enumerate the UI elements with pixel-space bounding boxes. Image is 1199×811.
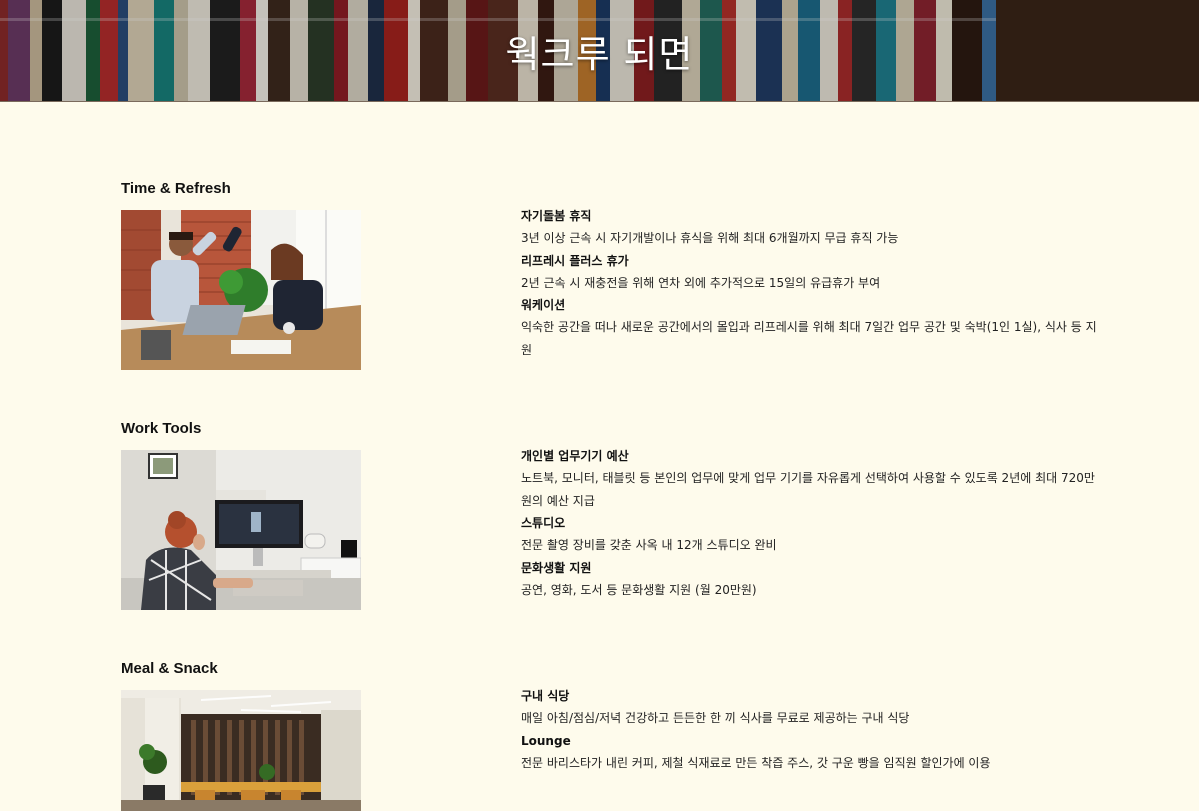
item-title: 문화생활 지원 [521, 560, 592, 575]
section-time-refresh: Time & Refresh 자기돌봄 휴직 3년 이상 근속 시 자기개발이나… [121, 178, 1101, 370]
page-title: 웍크루 되면 [505, 33, 694, 76]
section-title: Work Tools [121, 420, 202, 437]
item-title: 개인별 업무기기 예산 [521, 449, 629, 463]
item-text: 전문 바리스타가 내린 커피, 제철 식재료로 만든 착즙 주스, 갓 구운 빵… [521, 755, 991, 770]
section-title: Time & Refresh [121, 180, 231, 197]
section-description: 자기돌봄 휴직 3년 이상 근속 시 자기개발이나 휴식을 위해 최대 6개월까… [521, 205, 1101, 361]
item-title: 스튜디오 [521, 516, 566, 530]
section-description: 개인별 업무기기 예산 노트북, 모니터, 태블릿 등 본인의 업무에 맞게 업… [521, 445, 1101, 601]
section-description: 구내 식당 매일 아침/점심/저녁 건강하고 든든한 한 끼 식사를 무료로 제… [521, 685, 1101, 774]
lounge-photo [121, 690, 361, 811]
section-meal-snack: Meal & Snack 구내 식당 매일 아침/점심/저녁 건강하고 든든한 … [121, 658, 1101, 811]
workstation-photo [121, 450, 361, 610]
item-text: 익숙한 공간을 떠나 새로운 공간에서의 몰입과 리프레시를 위해 최대 7일간… [521, 320, 1097, 357]
office-highfive-photo [121, 210, 361, 370]
item-title: 자기돌봄 휴직 [521, 209, 592, 223]
item-text: 2년 근속 시 재충전을 위해 연차 외에 추가적으로 15일의 유급휴가 부여 [521, 275, 881, 290]
item-text: 매일 아침/점심/저녁 건강하고 든든한 한 끼 식사를 무료로 제공하는 구내… [521, 711, 910, 725]
item-title: 구내 식당 [521, 689, 570, 703]
item-text: 3년 이상 근속 시 자기개발이나 휴식을 위해 최대 6개월까지 무급 휴직 … [521, 231, 899, 245]
item-title: 리프레시 플러스 휴가 [521, 253, 629, 268]
item-text: 노트북, 모니터, 태블릿 등 본인의 업무에 맞게 업무 기기를 자유롭게 선… [521, 471, 1095, 508]
item-text: 공연, 영화, 도서 등 문화생활 지원 (월 20만원) [521, 582, 757, 597]
section-title: Meal & Snack [121, 660, 218, 677]
section-work-tools: Work Tools 개인별 업무기기 예산 노트북, 모니터, 태블릿 등 본… [121, 418, 1101, 610]
item-text: 전문 촬영 장비를 갖춘 사옥 내 12개 스튜디오 완비 [521, 538, 777, 552]
hero-banner: 웍크루 되면 [0, 0, 1199, 102]
item-title: 워케이션 [521, 298, 566, 312]
item-title: Lounge [521, 733, 571, 748]
